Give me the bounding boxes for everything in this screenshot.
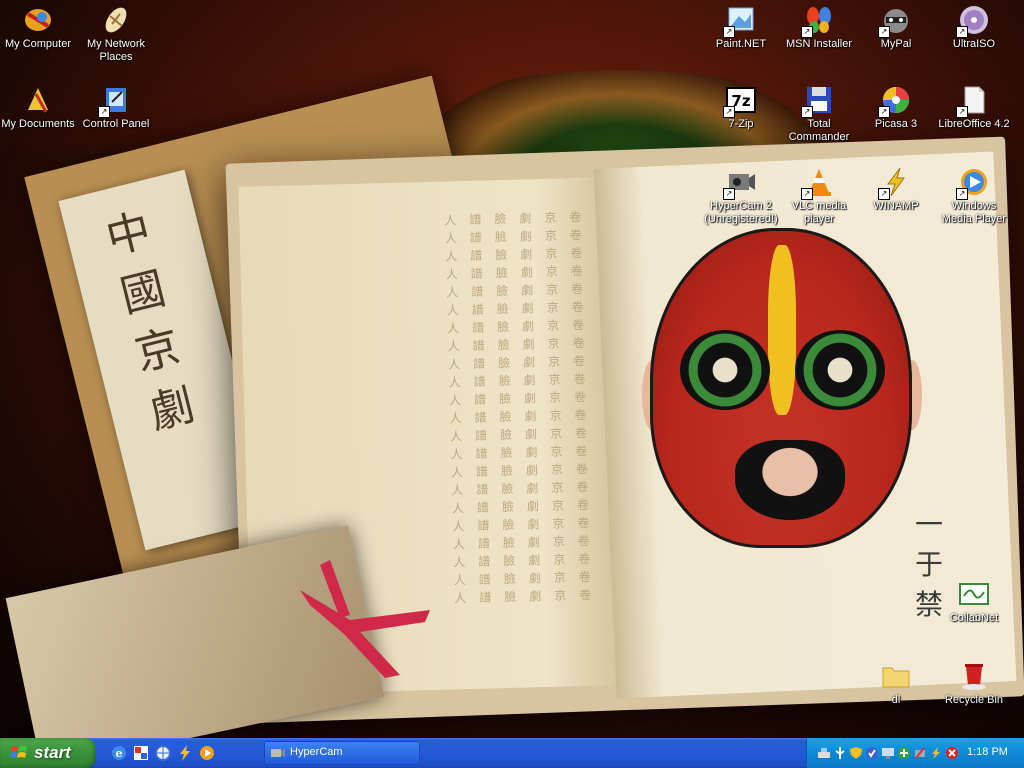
vlc-cone-icon: ↗ xyxy=(801,166,835,200)
taskbar-button-hypercam[interactable]: HyperCam xyxy=(264,741,420,765)
taskbar-button-label: HyperCam xyxy=(290,746,343,758)
alert-icon[interactable] xyxy=(945,746,959,760)
desktop-icon-windows-media-player[interactable]: ↗ Windows Media Player xyxy=(936,166,1012,226)
remove-hardware-icon[interactable] xyxy=(913,746,927,760)
clock[interactable]: 1:18 PM xyxy=(967,746,1008,758)
recycle-bin-icon xyxy=(958,660,990,692)
desktop-icon-vlc[interactable]: ↗ VLC media player xyxy=(781,166,857,226)
desktop-icon-total-commander[interactable]: ↗ Total Commander xyxy=(781,84,857,144)
msn-butterfly-icon: ↗ xyxy=(801,4,835,38)
desktop-icon-my-computer[interactable]: My Computer xyxy=(0,4,76,51)
floppy-disk-icon: ↗ xyxy=(801,84,835,118)
taskbar: start e HyperCam 1:18 PM xyxy=(0,738,1024,768)
wallpaper-mask-mouth xyxy=(735,440,845,520)
winamp-bolt-icon: ↗ xyxy=(878,166,912,200)
video-camera-icon xyxy=(271,749,285,757)
desktop-icon-ultraiso[interactable]: ↗ UltraISO xyxy=(936,4,1012,51)
browser-icon[interactable] xyxy=(154,744,172,762)
system-tray: 1:18 PM xyxy=(806,738,1024,768)
monitor-icon[interactable] xyxy=(881,746,895,760)
desktop-icon-libreoffice[interactable]: ↗ LibreOffice 4.2 xyxy=(936,84,1012,131)
svg-text:e: e xyxy=(116,747,123,760)
winamp-bolt-icon[interactable] xyxy=(929,746,943,760)
paint-icon[interactable] xyxy=(132,744,150,762)
start-button[interactable]: start xyxy=(0,738,96,768)
usb-icon[interactable] xyxy=(833,746,847,760)
my-computer-icon xyxy=(22,4,54,36)
collabnet-icon xyxy=(958,578,990,610)
wallpaper-scroll-text: 中國京劇 xyxy=(101,204,200,440)
desktop-icon-hypercam[interactable]: ↗ HyperCam 2 (Unregistered!) xyxy=(703,166,779,226)
paint-net-icon: ↗ xyxy=(723,4,757,38)
security-icon[interactable] xyxy=(865,746,879,760)
mypal-raccoon-icon: ↗ xyxy=(878,4,912,38)
internet-explorer-icon[interactable]: e xyxy=(110,744,128,762)
document-icon: ↗ xyxy=(956,84,990,118)
folder-icon xyxy=(880,660,912,692)
desktop-icon-my-network-places[interactable]: My Network Places xyxy=(78,4,154,64)
7zip-icon: 7z ↗ xyxy=(723,84,757,118)
network-places-icon xyxy=(100,4,132,36)
desktop-icon-7zip[interactable]: 7z ↗ 7-Zip xyxy=(703,84,779,131)
desktop-icon-paint-net[interactable]: ↗ Paint.NET xyxy=(703,4,779,51)
start-label: start xyxy=(34,743,71,762)
my-documents-icon xyxy=(22,84,54,116)
winamp-bolt-icon[interactable] xyxy=(176,744,194,762)
desktop-icon-collabnet[interactable]: CollabNet xyxy=(936,578,1012,625)
wallpaper-mask-eye xyxy=(680,330,770,410)
media-player-icon[interactable] xyxy=(198,744,216,762)
wallpaper-mask-eye xyxy=(795,330,885,410)
desktop-icon-winamp[interactable]: ↗ WINAMP xyxy=(858,166,934,213)
desktop-icon-control-panel[interactable]: ↗ Control Panel xyxy=(78,84,154,131)
shield-icon[interactable] xyxy=(849,746,863,760)
desktop-icon-msn-installer[interactable]: ↗ MSN Installer xyxy=(781,4,857,51)
desktop-icon-recycle-bin[interactable]: Recycle Bin xyxy=(936,660,1012,707)
desktop[interactable]: 中國京劇 卷卷卷卷卷卷卷卷卷卷卷卷卷卷卷卷卷卷卷卷卷卷 京京京京京京京京京京京京… xyxy=(0,0,1024,738)
windows-logo-icon xyxy=(10,746,27,758)
video-camera-icon: ↗ xyxy=(723,166,757,200)
wallpaper-mask-stripe xyxy=(768,245,796,415)
desktop-icon-my-documents[interactable]: My Documents xyxy=(0,84,76,131)
desktop-icon-picasa[interactable]: ↗ Picasa 3 xyxy=(858,84,934,131)
disc-icon: ↗ xyxy=(956,4,990,38)
wallpaper-ribbon xyxy=(300,560,430,678)
network-icon[interactable] xyxy=(817,746,831,760)
desktop-icon-mypal[interactable]: ↗ MyPal xyxy=(858,4,934,51)
control-panel-icon: ↗ xyxy=(98,84,132,118)
media-player-icon: ↗ xyxy=(956,166,990,200)
picasa-icon: ↗ xyxy=(878,84,912,118)
antivirus-icon[interactable] xyxy=(897,746,911,760)
desktop-icon-dl-folder[interactable]: dl xyxy=(858,660,934,707)
